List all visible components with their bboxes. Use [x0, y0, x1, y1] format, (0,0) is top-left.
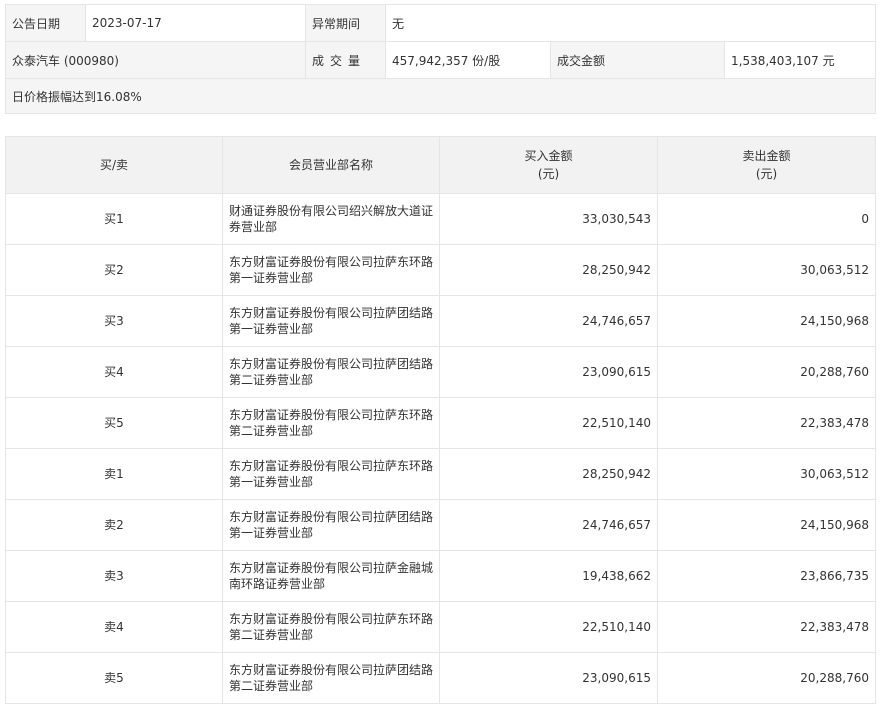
- row-sell-amount: 22,383,478: [657, 397, 876, 449]
- stock-name: 众泰汽车 (000980): [5, 41, 306, 79]
- header-sell-title: 卖出金额: [742, 149, 791, 163]
- abnormal-period-value: 无: [384, 4, 877, 42]
- row-sell-amount: 24,150,968: [657, 295, 876, 347]
- row-side: 卖4: [5, 601, 223, 653]
- table-row: 卖3 东方财富证券股份有限公司拉萨金融城南环路证券营业部 19,438,662 …: [5, 550, 876, 602]
- row-side: 买1: [5, 193, 223, 245]
- volume-value: 457,942,357 份/股: [385, 41, 551, 79]
- announce-date-label: 公告日期: [5, 4, 86, 42]
- row-branch: 东方财富证券股份有限公司拉萨团结路第一证券营业部: [222, 295, 440, 347]
- row-sell-amount: 0: [657, 193, 876, 245]
- row-side: 卖5: [5, 652, 223, 704]
- row-branch: 东方财富证券股份有限公司拉萨团结路第一证券营业部: [222, 499, 440, 551]
- broker-table-header: 买/卖 会员营业部名称 买入金额 (元) 卖出金额 (元): [5, 136, 876, 194]
- row-branch: 东方财富证券股份有限公司拉萨东环路第一证券营业部: [222, 448, 440, 500]
- row-buy-amount: 23,090,615: [439, 652, 658, 704]
- row-branch: 东方财富证券股份有限公司拉萨团结路第二证券营业部: [222, 652, 440, 704]
- row-sell-amount: 30,063,512: [657, 448, 876, 500]
- row-sell-amount: 24,150,968: [657, 499, 876, 551]
- table-row: 卖4 东方财富证券股份有限公司拉萨东环路第二证券营业部 22,510,140 2…: [5, 601, 876, 653]
- row-sell-amount: 20,288,760: [657, 652, 876, 704]
- table-row: 买2 东方财富证券股份有限公司拉萨东环路第一证券营业部 28,250,942 3…: [5, 244, 876, 296]
- row-side: 卖3: [5, 550, 223, 602]
- row-branch: 东方财富证券股份有限公司拉萨东环路第二证券营业部: [222, 601, 440, 653]
- row-sell-amount: 20,288,760: [657, 346, 876, 398]
- header-sell-amount: 卖出金额 (元): [657, 136, 876, 194]
- row-branch: 东方财富证券股份有限公司拉萨东环路第二证券营业部: [222, 397, 440, 449]
- row-buy-amount: 22,510,140: [439, 601, 658, 653]
- summary-row-reason: 日价格振幅达到16.08%: [4, 78, 877, 114]
- abnormal-period-label: 异常期间: [305, 4, 386, 42]
- header-sell-unit: (元): [755, 167, 778, 181]
- summary-table: 公告日期 2023-07-17 异常期间 无 众泰汽车 (000980) 成交量…: [4, 4, 877, 114]
- row-side: 买2: [5, 244, 223, 296]
- row-buy-amount: 23,090,615: [439, 346, 658, 398]
- row-side: 买3: [5, 295, 223, 347]
- header-buy-amount: 买入金额 (元): [439, 136, 658, 194]
- volume-label: 成交量: [305, 41, 386, 79]
- row-sell-amount: 30,063,512: [657, 244, 876, 296]
- table-row: 买3 东方财富证券股份有限公司拉萨团结路第一证券营业部 24,746,657 2…: [5, 295, 876, 347]
- row-buy-amount: 22,510,140: [439, 397, 658, 449]
- table-row: 卖2 东方财富证券股份有限公司拉萨团结路第一证券营业部 24,746,657 2…: [5, 499, 876, 551]
- row-buy-amount: 24,746,657: [439, 499, 658, 551]
- row-sell-amount: 23,866,735: [657, 550, 876, 602]
- row-buy-amount: 19,438,662: [439, 550, 658, 602]
- row-branch: 东方财富证券股份有限公司拉萨团结路第二证券营业部: [222, 346, 440, 398]
- reason-text: 日价格振幅达到16.08%: [4, 78, 877, 114]
- row-branch: 东方财富证券股份有限公司拉萨东环路第一证券营业部: [222, 244, 440, 296]
- header-buy-unit: (元): [537, 167, 560, 181]
- header-branch: 会员营业部名称: [222, 136, 440, 194]
- table-row: 卖1 东方财富证券股份有限公司拉萨东环路第一证券营业部 28,250,942 3…: [5, 448, 876, 500]
- header-buy-title: 买入金额: [524, 149, 573, 163]
- broker-table: 买/卖 会员营业部名称 买入金额 (元) 卖出金额 (元) 买1 财通证券股份有…: [5, 136, 876, 704]
- row-branch: 东方财富证券股份有限公司拉萨金融城南环路证券营业部: [222, 550, 440, 602]
- table-row: 买4 东方财富证券股份有限公司拉萨团结路第二证券营业部 23,090,615 2…: [5, 346, 876, 398]
- amount-label: 成交金额: [550, 41, 725, 79]
- row-side: 卖2: [5, 499, 223, 551]
- summary-row-trade: 众泰汽车 (000980) 成交量 457,942,357 份/股 成交金额 1…: [5, 41, 877, 79]
- table-row: 买5 东方财富证券股份有限公司拉萨东环路第二证券营业部 22,510,140 2…: [5, 397, 876, 449]
- row-side: 卖1: [5, 448, 223, 500]
- row-buy-amount: 28,250,942: [439, 244, 658, 296]
- amount-value: 1,538,403,107 元: [723, 41, 877, 79]
- row-side: 买5: [5, 397, 223, 449]
- row-buy-amount: 33,030,543: [439, 193, 658, 245]
- row-branch: 财通证券股份有限公司绍兴解放大道证券营业部: [222, 193, 440, 245]
- table-row: 买1 财通证券股份有限公司绍兴解放大道证券营业部 33,030,543 0: [5, 193, 876, 245]
- summary-row-date: 公告日期 2023-07-17 异常期间 无: [5, 4, 877, 42]
- row-sell-amount: 22,383,478: [657, 601, 876, 653]
- row-side: 买4: [5, 346, 223, 398]
- header-side: 买/卖: [5, 136, 223, 194]
- announce-date-value: 2023-07-17: [85, 4, 306, 42]
- row-buy-amount: 28,250,942: [439, 448, 658, 500]
- table-row: 卖5 东方财富证券股份有限公司拉萨团结路第二证券营业部 23,090,615 2…: [5, 652, 876, 704]
- row-buy-amount: 24,746,657: [439, 295, 658, 347]
